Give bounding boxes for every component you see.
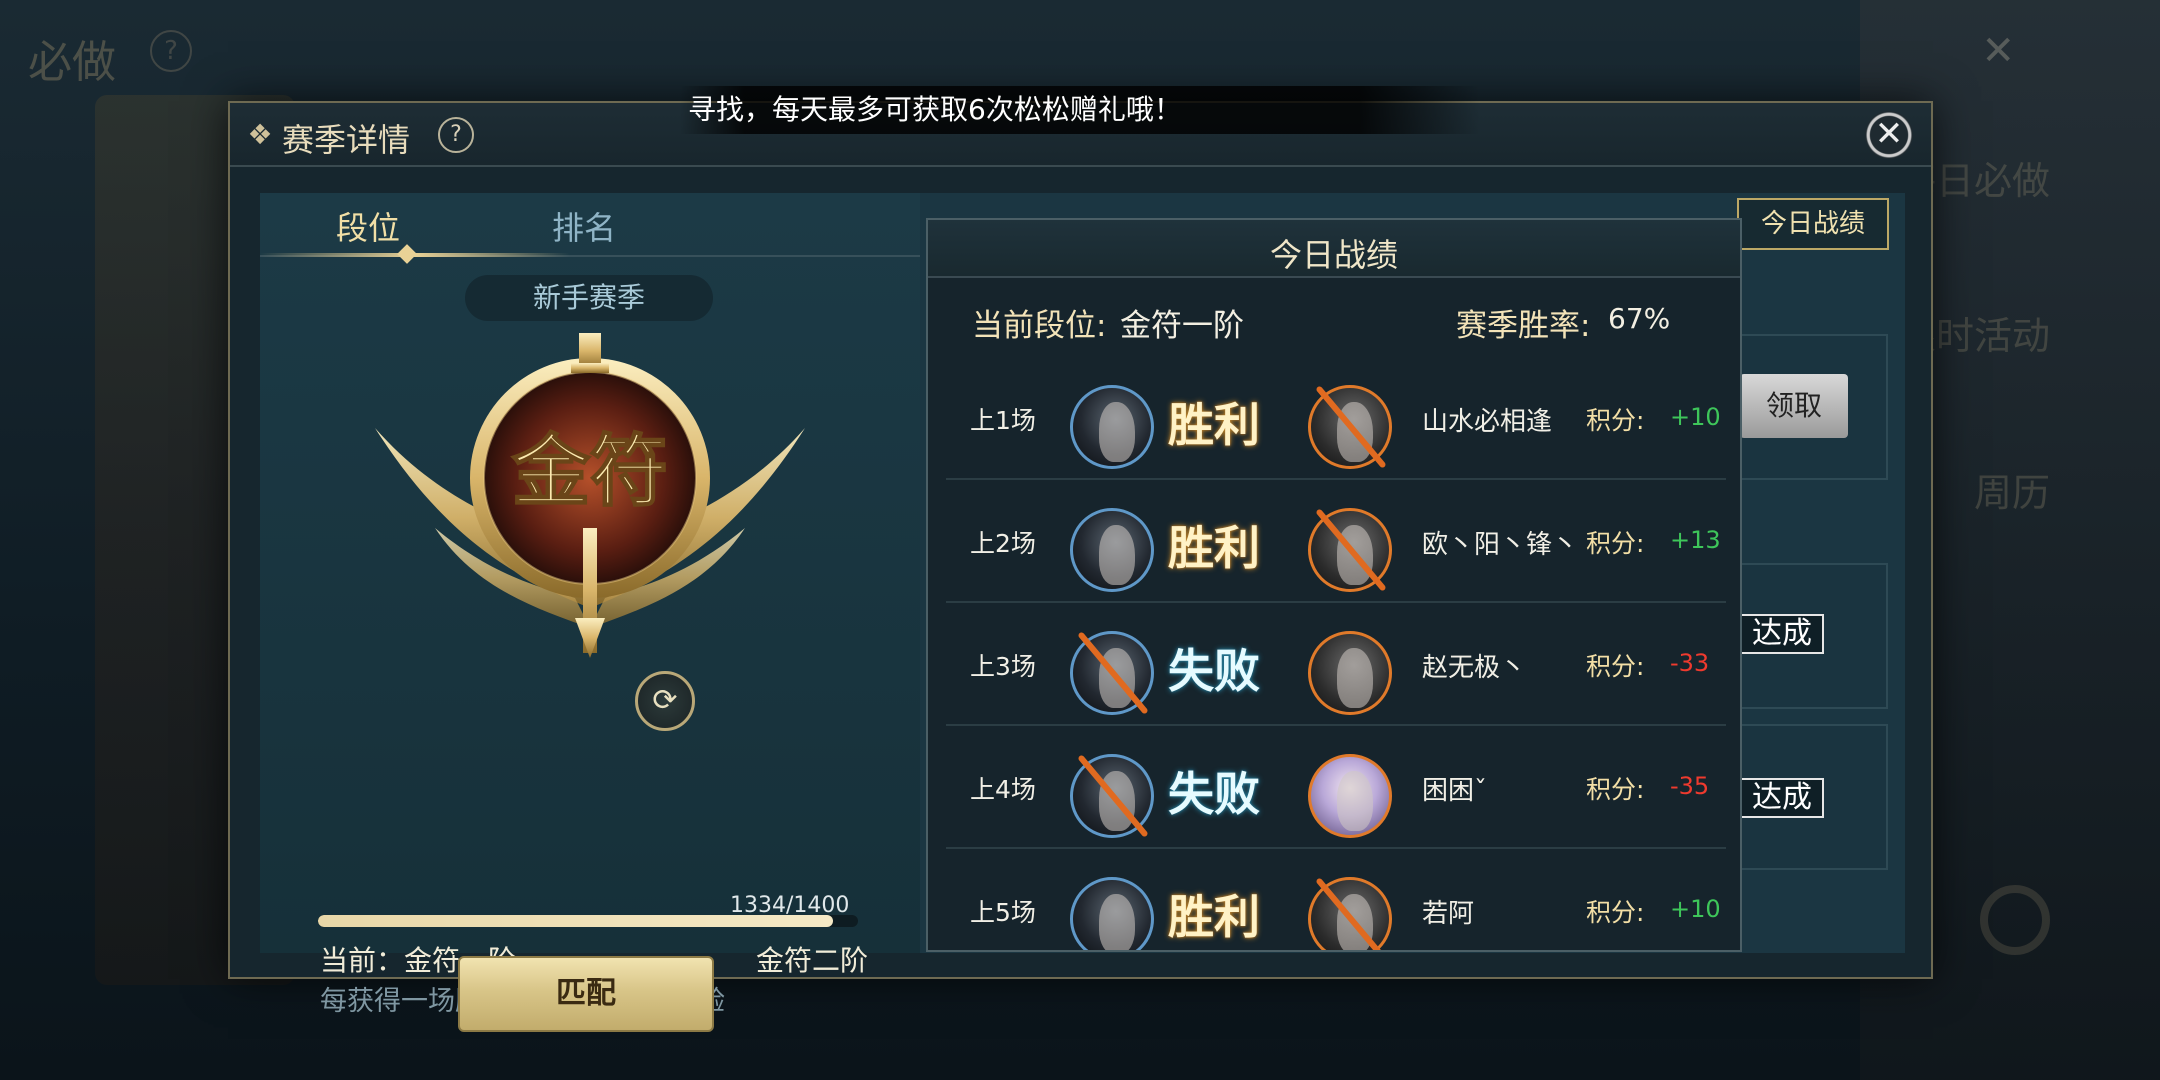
player-avatar[interactable] — [1070, 385, 1154, 469]
avatar-face — [1337, 402, 1373, 462]
avatar-face — [1099, 771, 1135, 831]
match-result: 胜利 — [1168, 398, 1260, 452]
opponent-name: 山水必相逢 — [1422, 407, 1553, 437]
match-result: 失败 — [1168, 644, 1260, 698]
today-record-tab[interactable]: 今日战绩 — [1737, 198, 1889, 250]
exp-progress-bar — [318, 915, 858, 927]
season-emblem-icon: ❖ — [247, 118, 273, 151]
opponent-name: 若阿 — [1422, 899, 1475, 929]
match-label: 上4场 — [970, 775, 1036, 804]
task-status: 达成 — [1740, 778, 1824, 818]
score-label: 积分: — [1586, 652, 1645, 681]
match-row: 上3场 失败 赵无极丶 积分: -33 — [946, 603, 1726, 726]
player-avatar[interactable] — [1070, 508, 1154, 592]
task-status: 达成 — [1740, 614, 1824, 654]
season-winrate-label: 赛季胜率: — [1456, 308, 1591, 344]
score-change: +10 — [1670, 403, 1721, 431]
score-label: 积分: — [1586, 775, 1645, 804]
opponent-name: 困困ˇ — [1422, 776, 1488, 806]
score-label: 积分: — [1586, 529, 1645, 558]
announcement-marquee: 寻找，每天最多可获取6次松松赠礼哦！ — [680, 86, 1480, 134]
season-name: 新手赛季 — [465, 275, 713, 321]
active-tab-marker — [397, 244, 417, 264]
avatar-face — [1337, 648, 1373, 708]
match-button[interactable]: 匹配 — [458, 956, 714, 1032]
avatar-face — [1337, 771, 1373, 831]
match-result: 胜利 — [1168, 890, 1260, 944]
opponent-avatar[interactable] — [1308, 385, 1392, 469]
match-row: 上5场 胜利 若阿 积分: +10 — [946, 849, 1726, 950]
match-row: 上1场 胜利 山水必相逢 积分: +10 — [946, 357, 1726, 480]
opponent-name: 赵无极丶 — [1422, 653, 1527, 683]
tab-rank[interactable]: 段位 — [336, 203, 400, 249]
opponent-avatar[interactable] — [1308, 754, 1392, 838]
avatar-face — [1099, 894, 1135, 950]
background-gear-icon — [1980, 885, 2050, 955]
next-rank-label: 金符二阶 — [756, 944, 869, 977]
player-avatar[interactable] — [1070, 877, 1154, 950]
score-change: -33 — [1670, 649, 1710, 677]
dialog-title: 赛季详情 — [282, 121, 411, 159]
score-change: +10 — [1670, 895, 1721, 923]
avatar-face — [1099, 648, 1135, 708]
player-avatar[interactable] — [1070, 631, 1154, 715]
refresh-icon[interactable]: ⟳ — [635, 671, 695, 731]
score-label: 积分: — [1586, 406, 1645, 435]
match-label: 上3场 — [970, 652, 1036, 681]
background-help-icon: ? — [150, 30, 192, 72]
today-record-popup: 今日战绩 当前段位: 金符一阶 赛季胜率: 67% 上1场 胜利 山水必相逢 积分: +… — [926, 218, 1742, 952]
score-change: -35 — [1670, 772, 1710, 800]
close-button[interactable]: ✕ — [1865, 111, 1913, 159]
background-title: 必做 — [28, 37, 116, 88]
emblem-text: 金符 — [511, 426, 668, 517]
tab-ranking[interactable]: 排名 — [552, 203, 616, 249]
player-avatar[interactable] — [1070, 754, 1154, 838]
score-label: 积分: — [1586, 898, 1645, 927]
popup-header: 今日战绩 — [928, 220, 1740, 278]
rank-emblem: 金符 — [375, 333, 805, 658]
match-row: 上2场 胜利 欧丶阳丶锋丶 积分: +13 — [946, 480, 1726, 603]
match-label: 上2场 — [970, 529, 1036, 558]
avatar-face — [1099, 402, 1135, 462]
avatar-face — [1337, 894, 1373, 950]
opponent-name: 欧丶阳丶锋丶 — [1422, 530, 1579, 560]
match-label: 上5场 — [970, 898, 1036, 927]
exp-progress-fill — [318, 915, 833, 927]
opponent-avatar[interactable] — [1308, 877, 1392, 950]
match-label: 上1场 — [970, 406, 1036, 435]
match-row: 上4场 失败 困困ˇ 积分: -35 — [946, 726, 1726, 849]
background-side-item: 周历 — [1973, 471, 2050, 515]
match-list: 上1场 胜利 山水必相逢 积分: +10 上2场 胜利 欧丶阳丶锋丶 积分: +13 上3场 失败 赵无… — [946, 357, 1726, 950]
avatar-face — [1099, 525, 1135, 585]
opponent-avatar[interactable] — [1308, 631, 1392, 715]
season-winrate-value: 67% — [1608, 302, 1671, 335]
opponent-avatar[interactable] — [1308, 508, 1392, 592]
current-rank-label: 当前段位: — [972, 308, 1107, 344]
background-close-icon: ✕ — [1981, 28, 2015, 74]
help-icon[interactable]: ? — [438, 117, 474, 153]
avatar-face — [1337, 525, 1373, 585]
rank-panel: 段位 排名 新手赛季 金符 1334/1400 当前：金符一阶 金符二阶 — [260, 193, 920, 1017]
match-result: 失败 — [1168, 767, 1260, 821]
popup-title: 今日战绩 — [1269, 236, 1398, 274]
claim-button[interactable]: 领取 — [1740, 374, 1848, 438]
tab-bar: 段位 排名 — [260, 193, 920, 264]
match-result: 胜利 — [1168, 521, 1260, 575]
current-rank-value: 金符一阶 — [1120, 308, 1244, 344]
score-change: +13 — [1670, 526, 1721, 554]
